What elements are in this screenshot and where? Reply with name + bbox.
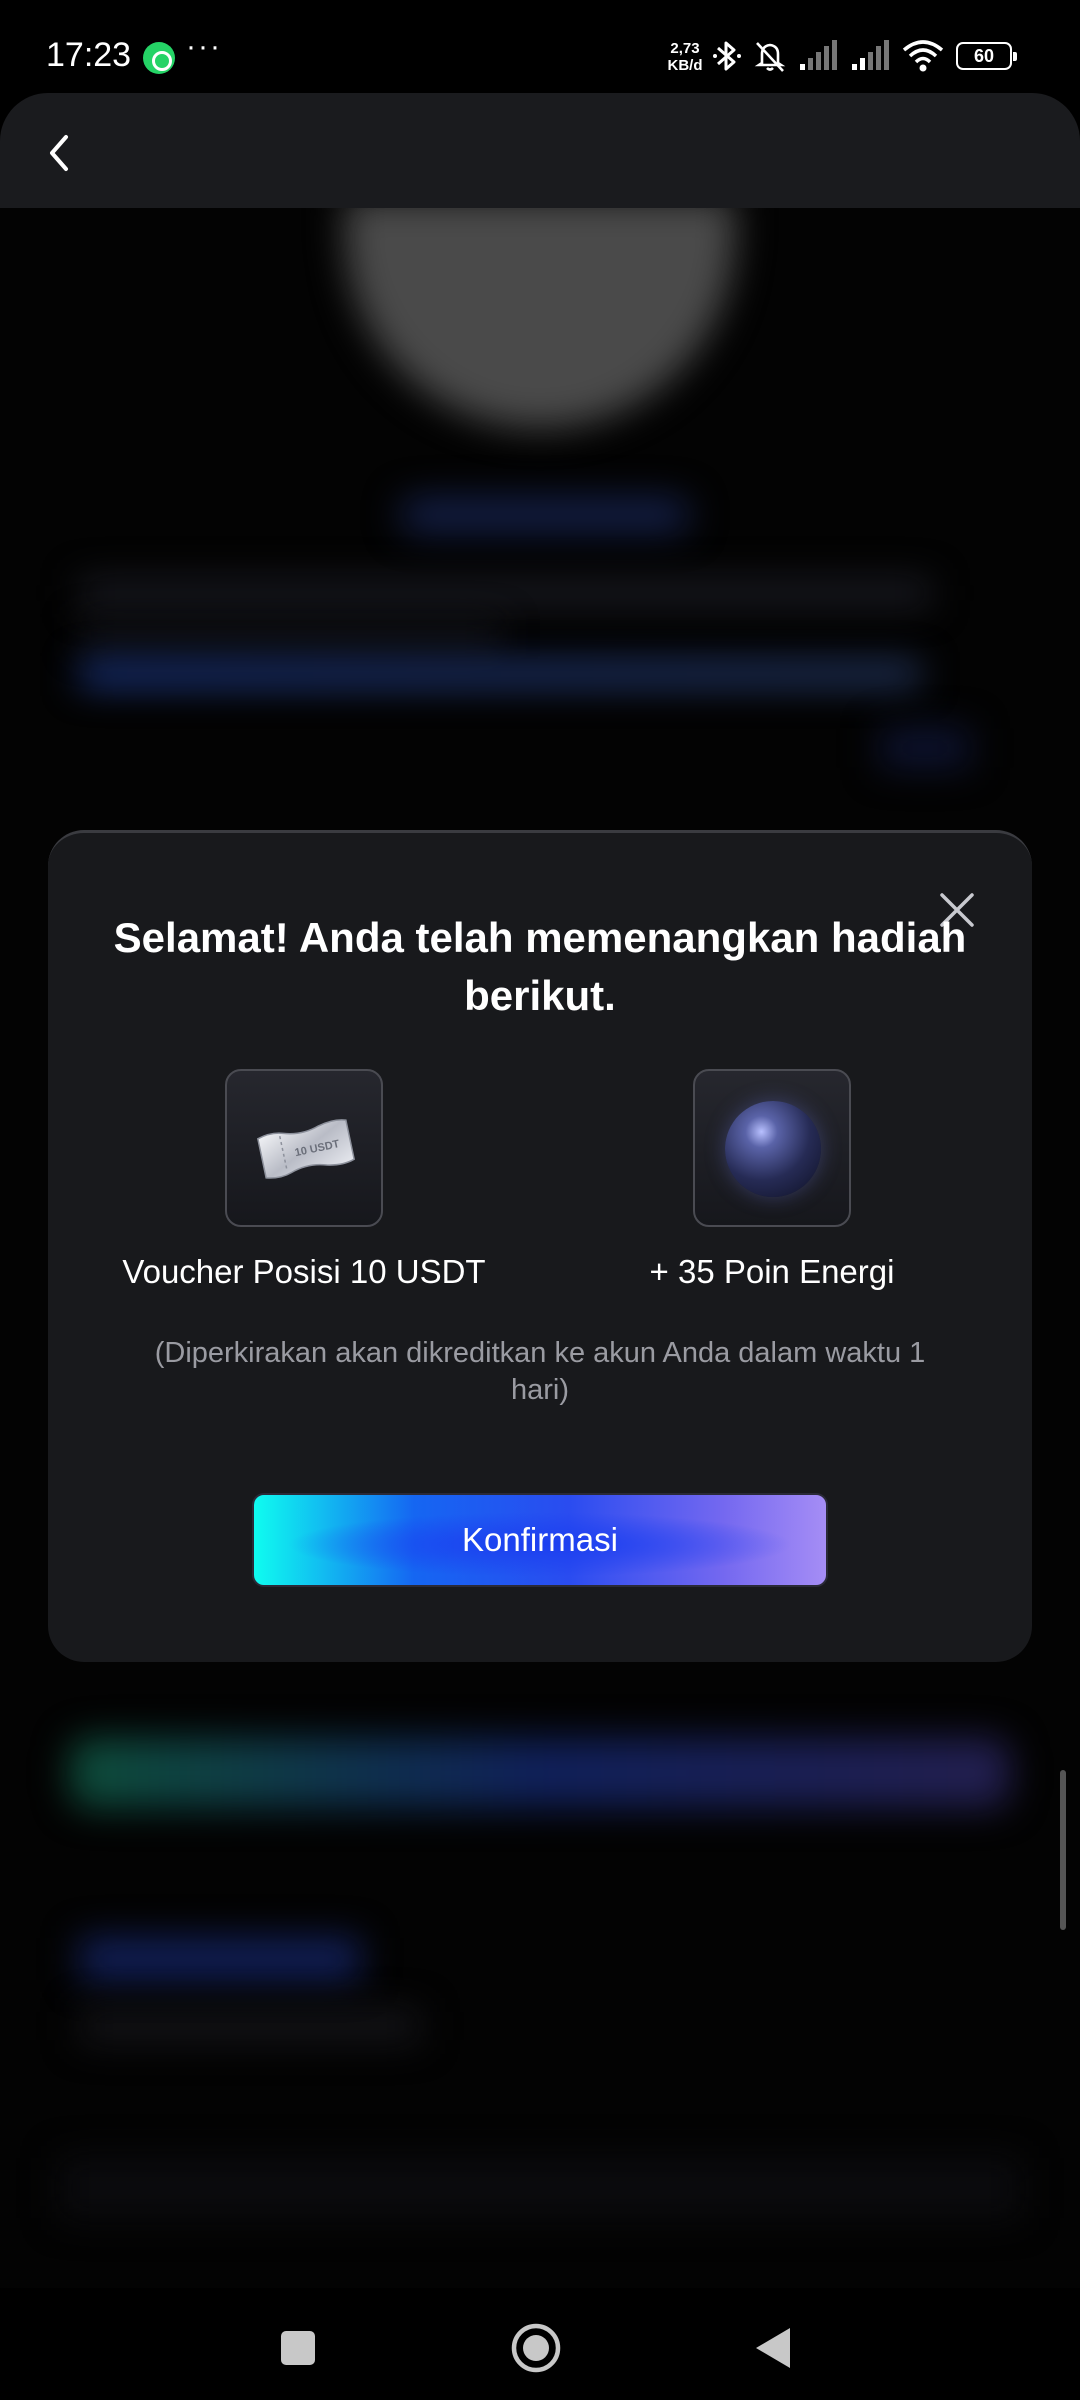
reward-item: + 35 Poin Energi	[572, 1069, 972, 1291]
signal-icon	[800, 40, 837, 70]
dialog-title: Selamat! Anda telah memenangkan hadiah b…	[113, 914, 967, 1019]
status-bar: 17:23 ··· 2,73 KB/d 60	[0, 0, 1080, 95]
reward-item: 10 USDT Voucher Posisi 10 USDT	[104, 1069, 504, 1291]
app-header	[0, 93, 1080, 208]
blurred-text-line	[80, 624, 500, 646]
blurred-gradient-button	[70, 1738, 1010, 1808]
chevron-left-icon[interactable]	[30, 123, 90, 183]
bluetooth-icon	[713, 41, 741, 71]
ticket-icon: 10 USDT	[256, 1119, 356, 1179]
energy-orb-icon	[725, 1101, 821, 1197]
network-speed: 2,73 KB/d	[664, 40, 706, 74]
blurred-text-line	[80, 580, 930, 606]
confirm-button[interactable]: Konfirmasi	[252, 1493, 828, 1587]
more-notifications-icon: ···	[186, 30, 222, 63]
reward-label: Voucher Posisi 10 USDT	[122, 1253, 486, 1290]
signal-icon	[852, 40, 889, 70]
whatsapp-icon	[143, 42, 175, 74]
blurred-chip	[400, 498, 690, 532]
scrollbar-thumb[interactable]	[1060, 1770, 1066, 1930]
battery-icon: 60	[956, 42, 1017, 70]
network-speed-value: 2,73	[670, 40, 700, 57]
battery-level: 60	[973, 45, 995, 66]
recents-icon[interactable]	[268, 2318, 328, 2378]
mute-bell-icon	[754, 42, 786, 72]
blurred-tabs	[60, 2158, 1020, 2218]
reward-label: + 35 Poin Energi	[649, 1253, 895, 1290]
blurred-badge	[345, 208, 735, 428]
navigation-bar	[0, 2288, 1080, 2400]
credit-note: (Diperkirakan akan dikreditkan ke akun A…	[154, 1337, 926, 1406]
reward-dialog: Selamat! Anda telah memenangkan hadiah b…	[48, 830, 1032, 1662]
back-icon[interactable]	[744, 2318, 804, 2378]
wifi-icon	[902, 40, 944, 72]
blurred-heading	[80, 1938, 360, 1980]
home-icon[interactable]	[506, 2318, 566, 2378]
blurred-chip	[880, 728, 970, 768]
blurred-text-line	[80, 2010, 420, 2042]
reward-tile	[693, 1069, 851, 1227]
reward-tile: 10 USDT	[225, 1069, 383, 1227]
status-time: 17:23	[46, 36, 132, 74]
network-speed-unit: KB/d	[667, 57, 703, 74]
confirm-button-label: Konfirmasi	[462, 1521, 618, 1558]
blurred-progress-bar	[80, 663, 920, 685]
